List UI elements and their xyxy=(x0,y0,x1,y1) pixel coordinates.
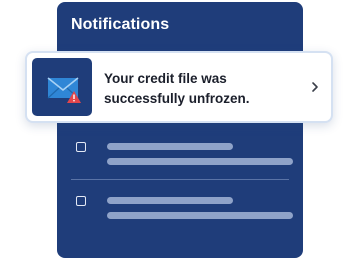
notification-card[interactable]: Your credit file was successfully unfroz… xyxy=(25,51,333,123)
row-divider xyxy=(71,179,289,180)
notification-mockup: Notifications Your credit file was succe… xyxy=(0,0,360,260)
placeholder-row[interactable] xyxy=(57,142,303,182)
panel-title: Notifications xyxy=(71,16,170,33)
checkbox-icon[interactable] xyxy=(76,196,86,206)
notifications-panel: Notifications xyxy=(57,2,303,258)
placeholder-row[interactable] xyxy=(57,196,303,236)
placeholder-line xyxy=(107,158,293,165)
placeholder-line xyxy=(107,197,233,204)
envelope-alert-icon xyxy=(47,77,81,103)
notification-message: Your credit file was successfully unfroz… xyxy=(104,71,250,106)
placeholder-line xyxy=(107,143,233,150)
checkbox-icon[interactable] xyxy=(76,142,86,152)
placeholder-line xyxy=(107,212,293,219)
chevron-right-icon[interactable] xyxy=(309,80,321,94)
notification-icon-tile xyxy=(32,58,92,116)
